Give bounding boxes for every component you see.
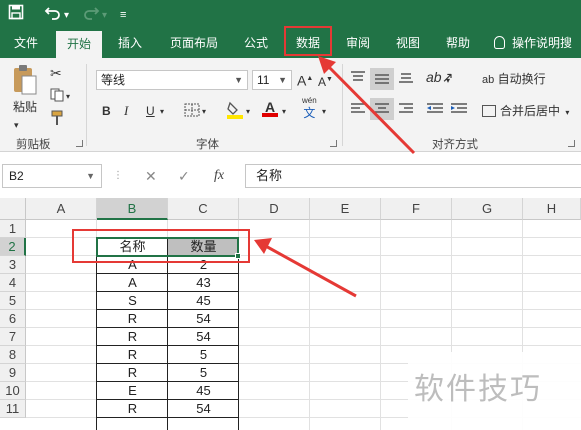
- arrow-head: [254, 238, 272, 254]
- watermark: 软件技巧: [408, 352, 581, 430]
- arrow-to-header-row: [261, 242, 357, 298]
- arrow-to-data-tab: [322, 60, 416, 155]
